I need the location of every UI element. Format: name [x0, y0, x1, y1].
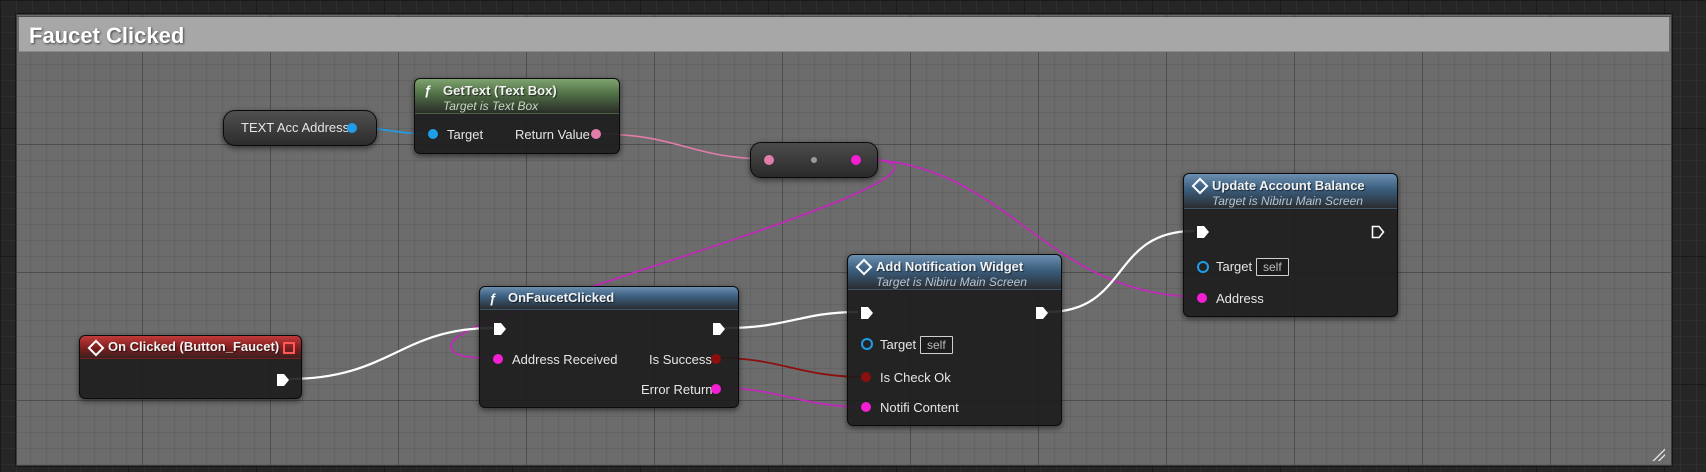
- is-success-pin[interactable]: [711, 354, 721, 364]
- function-icon: ƒ: [489, 291, 497, 306]
- update-account-balance-subtitle: Target is Nibiru Main Screen: [1212, 194, 1363, 208]
- add-notification-title: Add Notification Widget: [876, 259, 1024, 274]
- update-balance-target-input[interactable]: self: [1256, 258, 1289, 276]
- reroute-node[interactable]: [750, 142, 878, 178]
- get-text-target-label: Target: [447, 127, 484, 142]
- wire-bool: [719, 357, 866, 378]
- on-faucet-clicked-title: OnFaucetClicked: [508, 290, 615, 305]
- is-check-ok-label: Is Check Ok: [880, 370, 951, 385]
- get-text-return-pin[interactable]: [591, 129, 601, 139]
- address-received-label: Address Received: [512, 352, 618, 367]
- error-return-label: Error Return: [641, 382, 713, 397]
- on-faucet-clicked-node[interactable]: ƒ OnFaucetClicked Address Received Is Su…: [479, 286, 739, 408]
- get-text-target-pin[interactable]: [428, 129, 438, 139]
- message-icon: [1191, 177, 1209, 195]
- on-clicked-title: On Clicked (Button_Faucet): [108, 339, 280, 354]
- wire-exec-3: [1046, 229, 1195, 314]
- function-icon: ƒ: [424, 83, 432, 98]
- add-notification-widget-node[interactable]: Add Notification Widget Target is Nibiru…: [847, 254, 1062, 426]
- add-notification-subtitle: Target is Nibiru Main Screen: [876, 275, 1027, 289]
- notifi-content-pin[interactable]: [861, 402, 871, 412]
- get-text-title: GetText (Text Box): [443, 83, 557, 98]
- add-notification-target-label: Target: [880, 337, 917, 352]
- notifi-content-label: Notifi Content: [880, 400, 959, 415]
- wire-exec-2: [723, 310, 859, 330]
- message-icon: [855, 258, 873, 276]
- address-pin[interactable]: [1197, 293, 1207, 303]
- add-notification-target-input[interactable]: self: [920, 336, 953, 354]
- update-account-balance-title: Update Account Balance: [1212, 178, 1365, 193]
- text-acc-address-pin[interactable]: [347, 123, 357, 133]
- get-text-node[interactable]: ƒ GetText (Text Box) Target is Text Box …: [414, 78, 620, 154]
- error-return-pin[interactable]: [711, 384, 721, 394]
- wire-exec-1: [288, 326, 494, 381]
- on-clicked-header: On Clicked (Button_Faucet): [80, 336, 301, 359]
- event-delegate-icon: [283, 342, 295, 354]
- reroute-in-pin[interactable]: [764, 155, 774, 165]
- address-label: Address: [1216, 291, 1264, 306]
- update-account-balance-header: Update Account Balance Target is Nibiru …: [1184, 174, 1397, 209]
- reroute-out-pin[interactable]: [851, 155, 861, 165]
- get-text-header: ƒ GetText (Text Box) Target is Text Box: [415, 79, 619, 114]
- wire-text: [596, 133, 772, 160]
- update-balance-target-pin[interactable]: [1197, 261, 1209, 273]
- is-success-label: Is Success: [649, 352, 712, 367]
- text-acc-address-label: TEXT Acc Address: [241, 120, 350, 135]
- on-faucet-clicked-header: ƒ OnFaucetClicked: [480, 287, 738, 310]
- on-clicked-node[interactable]: On Clicked (Button_Faucet): [79, 335, 302, 399]
- wire-string-error: [719, 387, 866, 408]
- address-received-pin[interactable]: [493, 354, 503, 364]
- text-acc-address-node[interactable]: TEXT Acc Address: [223, 110, 377, 146]
- update-account-balance-node[interactable]: Update Account Balance Target is Nibiru …: [1183, 173, 1398, 317]
- update-balance-target-label: Target: [1216, 259, 1253, 274]
- event-icon: [87, 339, 105, 357]
- get-text-subtitle: Target is Text Box: [443, 99, 539, 113]
- get-text-return-label: Return Value: [515, 127, 590, 142]
- add-notification-target-pin[interactable]: [861, 338, 873, 350]
- add-notification-header: Add Notification Widget Target is Nibiru…: [848, 255, 1061, 290]
- reroute-center-dot: [811, 157, 817, 163]
- is-check-ok-pin[interactable]: [861, 372, 871, 382]
